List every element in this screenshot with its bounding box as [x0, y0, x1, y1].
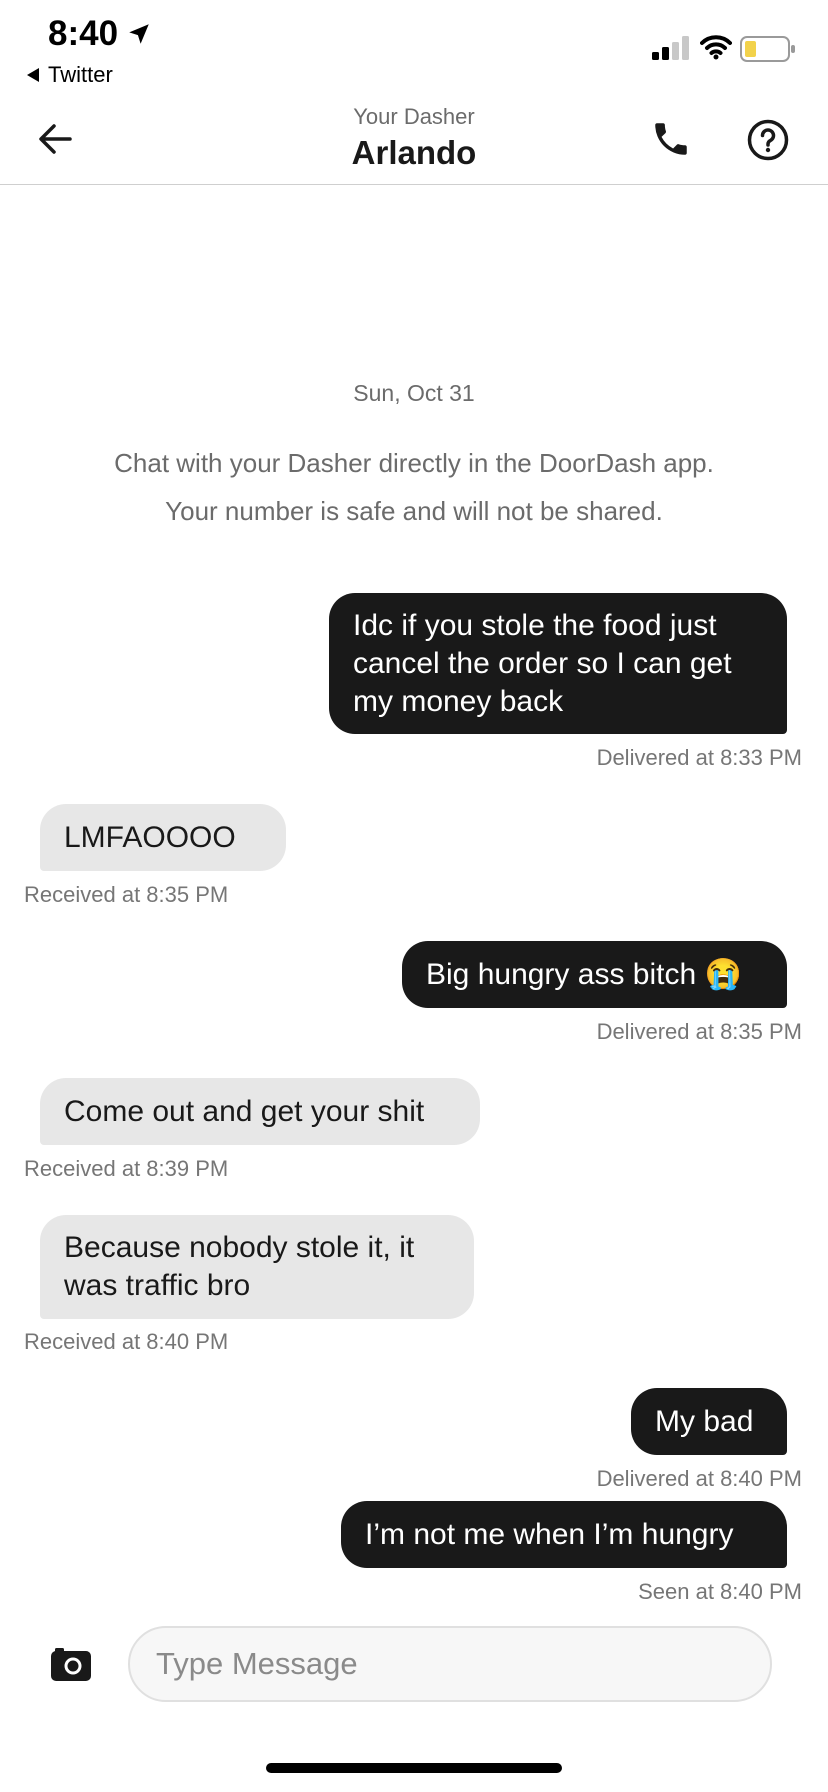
message-status: Received at 8:35 PM: [24, 882, 229, 907]
message-text-line: my money back: [353, 684, 564, 718]
status-time-text: 8:40: [48, 14, 119, 53]
header-subtitle: Your Dasher: [353, 104, 475, 129]
signal-icon: [652, 36, 689, 60]
outgoing-message-bubble[interactable]: Big hungry ass bitch 😭: [402, 941, 787, 1008]
incoming-message-bubble[interactable]: LMFAOOOO: [40, 804, 286, 871]
message-composer: [0, 1612, 828, 1722]
message-status: Seen at 8:40 PM: [638, 1579, 802, 1604]
chat-header: Your Dasher Arlando: [0, 96, 828, 185]
outgoing-message-bubble[interactable]: I’m not me when I’m hungry: [341, 1501, 787, 1568]
message-text-line: Because nobody stole it, it: [64, 1231, 415, 1264]
message-text: My bad: [655, 1404, 754, 1438]
message-text: Come out and get your shit: [64, 1094, 425, 1128]
outgoing-message-bubble[interactable]: Idc if you stole the food just cancel th…: [329, 593, 787, 734]
message-status: Received at 8:40 PM: [24, 1329, 229, 1354]
wifi-icon: [700, 35, 732, 60]
back-to-app-link[interactable]: Twitter: [26, 62, 113, 88]
incoming-message-bubble[interactable]: Because nobody stole it, it was traffic …: [40, 1215, 474, 1319]
chat-info-line-2: Your number is safe and will not be shar…: [165, 496, 663, 526]
message-text-line: was traffic bro: [64, 1269, 251, 1302]
caret-left-icon: [27, 68, 39, 82]
camera-icon[interactable]: [50, 1646, 92, 1682]
status-time: 8:40: [48, 14, 152, 54]
message-input[interactable]: [130, 1628, 770, 1700]
status-bar: 8:40 Twitter: [0, 0, 828, 96]
incoming-message-bubble[interactable]: Come out and get your shit: [40, 1078, 480, 1145]
message-text-line: cancel the order so I can get: [353, 646, 732, 680]
chat-date: Sun, Oct 31: [353, 380, 475, 406]
message-text: I’m not me when I’m hungry: [365, 1517, 734, 1551]
message-input-wrapper: [128, 1626, 772, 1702]
message-status: Delivered at 8:40 PM: [596, 1466, 802, 1491]
home-indicator: [266, 1763, 562, 1773]
message-status: Delivered at 8:35 PM: [596, 1019, 802, 1044]
chat-info-line-1: Chat with your Dasher directly in the Do…: [114, 448, 714, 478]
message-text-line: Idc if you stole the food just: [353, 608, 717, 642]
dasher-name: Arlando: [351, 134, 477, 171]
battery-icon: [740, 36, 795, 62]
location-arrow-icon: [129, 24, 149, 44]
outgoing-message-bubble[interactable]: My bad: [631, 1388, 787, 1455]
message-text: LMFAOOOO: [64, 820, 236, 854]
message-status: Delivered at 8:33 PM: [596, 745, 802, 770]
help-circle-icon[interactable]: [746, 118, 790, 162]
message-text: Big hungry ass bitch 😭: [426, 957, 742, 991]
message-status: Received at 8:39 PM: [24, 1156, 229, 1181]
back-to-app-label: Twitter: [48, 62, 113, 87]
phone-icon[interactable]: [650, 118, 692, 160]
